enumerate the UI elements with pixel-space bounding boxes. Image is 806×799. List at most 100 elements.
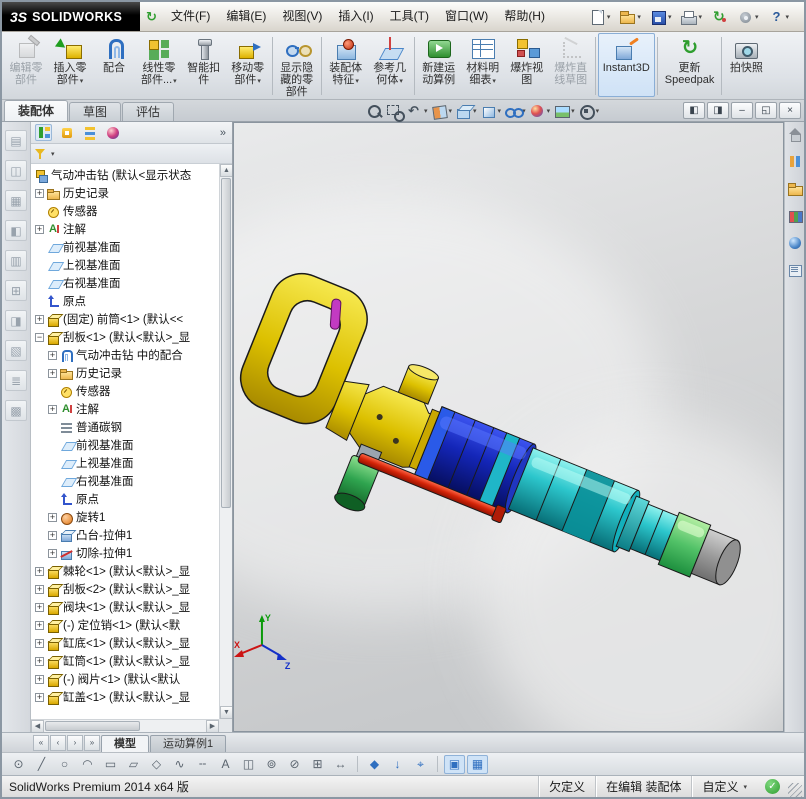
- docked-tool-5-button[interactable]: ▥: [5, 250, 27, 271]
- menu-help[interactable]: 帮助(H): [496, 2, 553, 31]
- linear-component-pattern-button[interactable]: 线性零 部件...: [136, 33, 182, 97]
- save-button[interactable]: [647, 5, 675, 29]
- menu-tools[interactable]: 工具(T): [382, 2, 437, 31]
- design-library-tab[interactable]: [787, 154, 803, 170]
- exploded-view-button[interactable]: 爆炸视图: [505, 33, 549, 97]
- instant3d-button[interactable]: Instant3D: [597, 33, 655, 97]
- tree-vertical-scrollbar[interactable]: [219, 164, 232, 719]
- tree-item[interactable]: + 气动冲击钻 中的配合: [31, 346, 219, 364]
- customize-dropdown[interactable]: 自定义: [691, 776, 757, 797]
- expand-icon[interactable]: +: [35, 188, 44, 198]
- rebuild-button[interactable]: [708, 5, 731, 29]
- print-button[interactable]: [677, 5, 705, 29]
- sketch-pattern-tool[interactable]: ⊞: [307, 755, 328, 774]
- tree-item[interactable]: 传感器: [31, 202, 219, 220]
- edit-appearance-button[interactable]: [528, 101, 552, 121]
- bill-of-materials-button[interactable]: 材料明 细表: [461, 33, 505, 97]
- tree-item[interactable]: − 刮板<1> (默认<默认>_显: [31, 328, 219, 346]
- docked-tool-1-button[interactable]: ▤: [5, 130, 27, 151]
- sketch-rectangle-tool[interactable]: ▭: [100, 755, 121, 774]
- tree-item[interactable]: + 阀块<1> (默认<默认>_显: [31, 598, 219, 616]
- sketch-spline-tool[interactable]: ∿: [169, 755, 190, 774]
- sketch-polygon-tool[interactable]: ◇: [146, 755, 167, 774]
- tree-item[interactable]: + 注解: [31, 400, 219, 418]
- tree-item[interactable]: + 历史记录: [31, 184, 219, 202]
- sketch-mode-toggle[interactable]: ▣: [444, 754, 465, 774]
- insert-components-button[interactable]: 插入零 部件: [48, 33, 92, 97]
- minimize-window-icon[interactable]: –: [731, 102, 753, 119]
- prev-tab-button[interactable]: ‹: [50, 735, 66, 751]
- help-button[interactable]: [764, 5, 792, 29]
- expand-icon[interactable]: +: [35, 674, 44, 684]
- sketch-centerline-tool[interactable]: ╌: [192, 755, 213, 774]
- next-tab-button[interactable]: ›: [67, 735, 83, 751]
- menu-edit[interactable]: 编辑(E): [218, 2, 274, 31]
- scroll-left-icon[interactable]: [31, 720, 44, 732]
- reference-geometry-button[interactable]: 参考几 何体: [368, 33, 412, 97]
- tree-item[interactable]: + 凸台-拉伸1: [31, 526, 219, 544]
- tree-item[interactable]: 前视基准面: [31, 436, 219, 454]
- expand-icon[interactable]: +: [35, 692, 44, 702]
- previous-view-button[interactable]: [405, 101, 429, 121]
- last-tab-button[interactable]: »: [84, 735, 100, 751]
- filter-funnel-icon[interactable]: [35, 148, 47, 160]
- tree-item[interactable]: + 注解: [31, 220, 219, 238]
- expand-icon[interactable]: +: [48, 350, 57, 360]
- drop-down-tool[interactable]: ↓: [387, 755, 408, 774]
- menu-view[interactable]: 视图(V): [274, 2, 330, 31]
- docked-tool-8-button[interactable]: ▧: [5, 340, 27, 361]
- expand-icon[interactable]: +: [35, 566, 44, 576]
- smart-fasteners-button[interactable]: 智能扣件: [182, 33, 226, 97]
- expand-icon[interactable]: +: [35, 584, 44, 594]
- tree-item[interactable]: + 棘轮<1> (默认<默认>_显: [31, 562, 219, 580]
- first-tab-button[interactable]: «: [33, 735, 49, 751]
- mate-button[interactable]: 配合: [92, 33, 136, 97]
- tree-item[interactable]: 上视基准面: [31, 454, 219, 472]
- pane-right-icon[interactable]: ◨: [707, 102, 729, 119]
- tree-item[interactable]: 右视基准面: [31, 274, 219, 292]
- scroll-thumb[interactable]: [221, 178, 231, 508]
- move-component-button[interactable]: 移动零 部件: [226, 33, 270, 97]
- expand-icon[interactable]: +: [35, 620, 44, 630]
- expand-icon[interactable]: +: [48, 368, 57, 378]
- close-window-icon[interactable]: ×: [779, 102, 801, 119]
- tree-item[interactable]: + 旋转1: [31, 508, 219, 526]
- view-cube-tool[interactable]: ◆: [364, 755, 385, 774]
- docked-tool-7-button[interactable]: ◨: [5, 310, 27, 331]
- sketch-parallelogram-tool[interactable]: ▱: [123, 755, 144, 774]
- zoom-fit-button[interactable]: [365, 101, 384, 121]
- tree-item[interactable]: + 缸底<1> (默认<默认>_显: [31, 634, 219, 652]
- open-button[interactable]: [616, 5, 644, 29]
- scroll-up-icon[interactable]: [220, 164, 232, 177]
- scroll-thumb[interactable]: [45, 721, 140, 731]
- tree-item[interactable]: + 切除-拉伸1: [31, 544, 219, 562]
- motion-study-tab[interactable]: 运动算例1: [150, 735, 227, 752]
- expand-icon[interactable]: +: [48, 548, 57, 558]
- docked-tool-6-button[interactable]: ⊞: [5, 280, 27, 301]
- model-tab[interactable]: 模型: [101, 735, 149, 752]
- appearances-tab[interactable]: [787, 235, 803, 251]
- tree-item[interactable]: + 缸盖<1> (默认<默认>_显: [31, 688, 219, 706]
- tree-item[interactable]: 原点: [31, 490, 219, 508]
- docked-tool-2-button[interactable]: ◫: [5, 160, 27, 181]
- docked-tool-10-button[interactable]: ▩: [5, 400, 27, 421]
- menu-window[interactable]: 窗口(W): [437, 2, 496, 31]
- tree-item[interactable]: 右视基准面: [31, 472, 219, 490]
- zoom-select-tool[interactable]: ⌖: [410, 755, 431, 774]
- sketch-arc-tool[interactable]: ◠: [77, 755, 98, 774]
- expand-icon[interactable]: +: [35, 314, 44, 324]
- configurationmanager-tab[interactable]: [81, 124, 98, 141]
- pane-left-icon[interactable]: ◧: [683, 102, 705, 119]
- docked-tool-3-button[interactable]: ▦: [5, 190, 27, 211]
- tree-item[interactable]: 传感器: [31, 382, 219, 400]
- resize-grip[interactable]: [788, 782, 802, 797]
- edit-component-button[interactable]: 编辑零 部件: [4, 33, 48, 97]
- tree-item[interactable]: 前视基准面: [31, 238, 219, 256]
- tree-item[interactable]: + 缸筒<1> (默认<默认>_显: [31, 652, 219, 670]
- tree-item[interactable]: + (-) 阀片<1> (默认<默认: [31, 670, 219, 688]
- hide-show-items-button[interactable]: [503, 101, 527, 121]
- menu-file[interactable]: 文件(F): [163, 2, 218, 31]
- docked-tool-9-button[interactable]: ≣: [5, 370, 27, 391]
- view-settings-button[interactable]: [577, 101, 601, 121]
- sketch-ellipse-tool[interactable]: ○: [54, 755, 75, 774]
